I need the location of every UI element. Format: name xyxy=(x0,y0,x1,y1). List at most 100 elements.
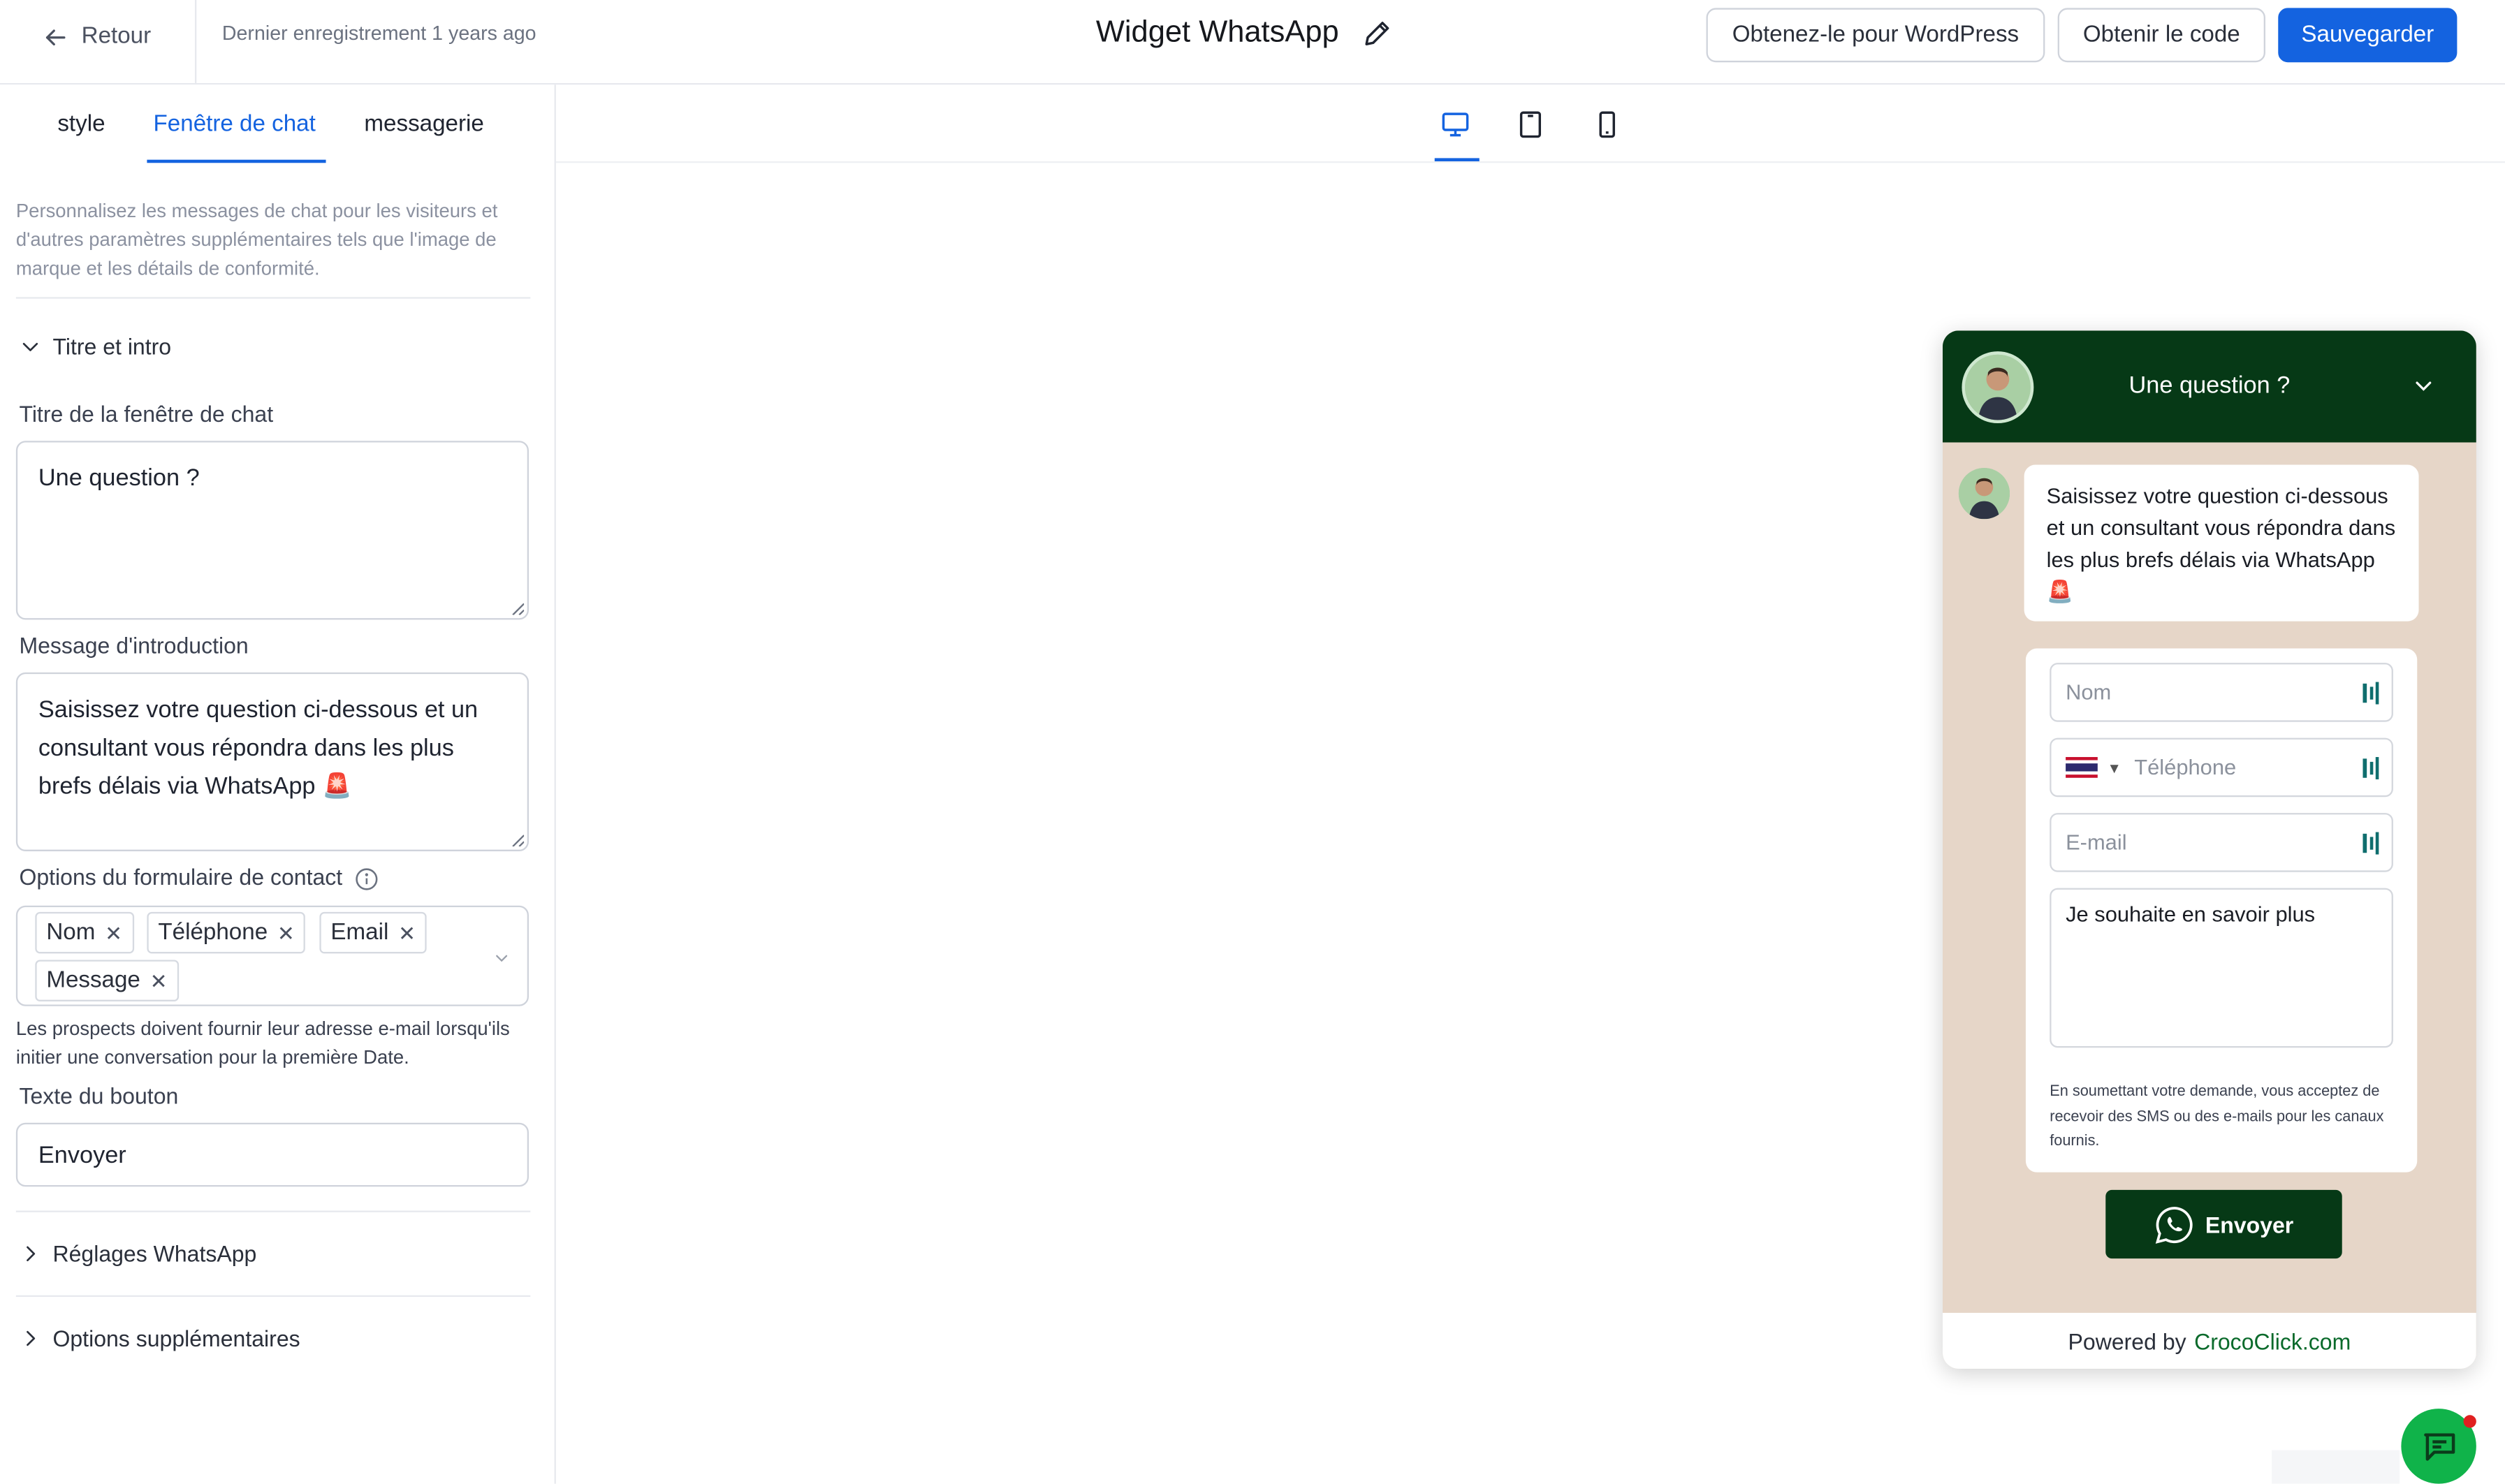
intro-label: Message d'introduction xyxy=(19,632,249,659)
wordpress-button[interactable]: Obtenez-le pour WordPress xyxy=(1706,8,2045,63)
desktop-view-button[interactable] xyxy=(1435,104,1476,145)
option-chip: Nom ✕ xyxy=(35,911,134,954)
form-options-label: Options du formulaire de contact xyxy=(19,864,343,890)
autofill-icon xyxy=(2362,682,2379,705)
email-input[interactable]: E-mail xyxy=(2050,813,2393,872)
desktop-icon xyxy=(1442,112,1469,137)
top-bar: Retour Dernier enregistrement 1 years ag… xyxy=(0,0,2505,85)
tablet-icon xyxy=(1519,111,1542,138)
button-text-label: Texte du bouton xyxy=(19,1082,179,1109)
thailand-flag-icon[interactable] xyxy=(2066,757,2098,778)
chevron-down-icon[interactable] xyxy=(492,948,511,967)
back-label: Retour xyxy=(81,24,152,50)
chat-title-value: Une question ? xyxy=(38,464,200,492)
person-avatar-icon xyxy=(1958,468,2010,520)
section-label: Titre et intro xyxy=(52,333,172,360)
phone-input[interactable]: ▼ Téléphone xyxy=(2050,737,2393,798)
get-code-button[interactable]: Obtenir le code xyxy=(2057,8,2265,63)
chip-label: Message xyxy=(46,967,140,994)
intro-message-field[interactable]: Saisissez votre question ci-dessous et u… xyxy=(15,672,529,851)
divider xyxy=(15,1210,531,1212)
settings-panel: style Fenêtre de chat messagerie Personn… xyxy=(0,85,556,1484)
widget-header: Une question ? xyxy=(1942,330,2476,443)
intro-message-bubble: Saisissez votre question ci-dessous et u… xyxy=(2024,464,2419,622)
remove-icon[interactable]: ✕ xyxy=(105,923,122,943)
chevron-right-icon xyxy=(27,1246,36,1261)
brand-link[interactable]: CrocoClick.com xyxy=(2194,1328,2351,1354)
section-whatsapp-settings[interactable]: Réglages WhatsApp xyxy=(19,1241,256,1267)
whatsapp-icon xyxy=(2156,1205,2193,1243)
page-edge-block xyxy=(2272,1450,2400,1484)
page-title: Widget WhatsApp xyxy=(1095,15,1339,50)
title-area: Widget WhatsApp xyxy=(1096,16,1394,51)
agent-avatar xyxy=(1958,468,2010,520)
section-label: Options supplémentaires xyxy=(52,1325,300,1351)
form-options-note: Les prospects doivent fournir leur adres… xyxy=(15,1017,510,1069)
info-icon[interactable] xyxy=(355,867,379,890)
chevron-right-icon xyxy=(27,1330,36,1346)
form-options-multiselect[interactable]: Nom ✕ Téléphone ✕ Email ✕ Message ✕ xyxy=(15,905,529,1006)
chat-title-field[interactable]: Une question ? xyxy=(15,441,529,620)
resize-handle-icon[interactable] xyxy=(511,602,525,615)
option-chip: Message ✕ xyxy=(35,960,179,1001)
tab-messaging[interactable]: messagerie xyxy=(364,112,483,138)
option-chip: Email ✕ xyxy=(319,911,428,954)
mobile-icon xyxy=(1599,111,1615,138)
last-saved-text: Dernier enregistrement 1 years ago xyxy=(221,22,536,45)
arrow-left-icon xyxy=(45,29,66,45)
send-button[interactable]: Envoyer xyxy=(2105,1189,2342,1259)
pencil-icon xyxy=(1365,22,1389,45)
tab-style[interactable]: style xyxy=(57,112,105,138)
option-chip: Téléphone ✕ xyxy=(147,911,306,954)
tablet-view-button[interactable] xyxy=(1510,104,1551,145)
form-options-label-row: Options du formulaire de contact xyxy=(19,864,379,890)
contact-form: Nom ▼ Téléphone E-mail Je souhaite en sa… xyxy=(2025,648,2418,1173)
chat-title-label: Titre de la fenêtre de chat xyxy=(19,401,274,427)
chip-label: Téléphone xyxy=(158,920,268,946)
send-label: Envoyer xyxy=(2205,1211,2294,1237)
email-placeholder: E-mail xyxy=(2066,830,2127,855)
panel-description: Personnalisez les messages de chat pour … xyxy=(15,199,498,280)
chip-label: Nom xyxy=(46,920,96,946)
whatsapp-widget-preview: Une question ? Saisissez votre question … xyxy=(1942,330,2476,1369)
mobile-view-button[interactable] xyxy=(1586,104,1628,145)
powered-by-footer: Powered by CrocoClick.com xyxy=(1942,1312,2476,1369)
remove-icon[interactable]: ✕ xyxy=(277,923,295,943)
active-tab-indicator xyxy=(147,159,326,163)
active-device-indicator xyxy=(1434,158,1480,161)
tab-chat-window[interactable]: Fenêtre de chat xyxy=(154,112,316,138)
chevron-down-icon[interactable] xyxy=(2412,375,2434,397)
section-extra-options[interactable]: Options supplémentaires xyxy=(19,1325,300,1351)
autofill-icon xyxy=(2362,832,2379,855)
message-value: Je souhaite en savoir plus xyxy=(2066,902,2316,927)
resize-handle-icon[interactable] xyxy=(511,834,525,847)
country-dropdown-icon[interactable]: ▼ xyxy=(2108,759,2121,775)
divider xyxy=(15,297,531,299)
message-textarea[interactable]: Je souhaite en savoir plus xyxy=(2050,888,2393,1048)
remove-icon[interactable]: ✕ xyxy=(150,970,168,991)
name-input[interactable]: Nom xyxy=(2050,663,2393,722)
widget-title: Une question ? xyxy=(2128,372,2291,399)
autofill-icon xyxy=(2362,757,2379,780)
button-text-value: Envoyer xyxy=(38,1141,126,1168)
edit-title-button[interactable] xyxy=(1361,17,1394,50)
save-button[interactable]: Sauvegarder xyxy=(2278,8,2457,63)
phone-placeholder: Téléphone xyxy=(2134,755,2237,780)
button-text-field[interactable]: Envoyer xyxy=(15,1122,529,1187)
intro-message-value: Saisissez votre question ci-dessous et u… xyxy=(38,696,479,800)
device-switcher xyxy=(555,85,2505,163)
chip-label: Email xyxy=(330,920,389,946)
notification-dot xyxy=(2463,1415,2476,1428)
section-label: Réglages WhatsApp xyxy=(52,1240,257,1267)
consent-text: En soumettant votre demande, vous accept… xyxy=(2050,1082,2384,1150)
chat-bubble-icon xyxy=(2423,1432,2455,1460)
remove-icon[interactable]: ✕ xyxy=(398,923,416,943)
name-placeholder: Nom xyxy=(2066,680,2112,705)
divider xyxy=(15,1295,531,1298)
powered-by-text: Powered by xyxy=(2068,1328,2186,1354)
chevron-down-icon xyxy=(22,342,38,351)
divider xyxy=(195,0,197,83)
tab-bar: style Fenêtre de chat messagerie xyxy=(0,85,555,163)
section-title-intro[interactable]: Titre et intro xyxy=(19,334,171,360)
back-button[interactable]: Retour xyxy=(41,19,151,54)
